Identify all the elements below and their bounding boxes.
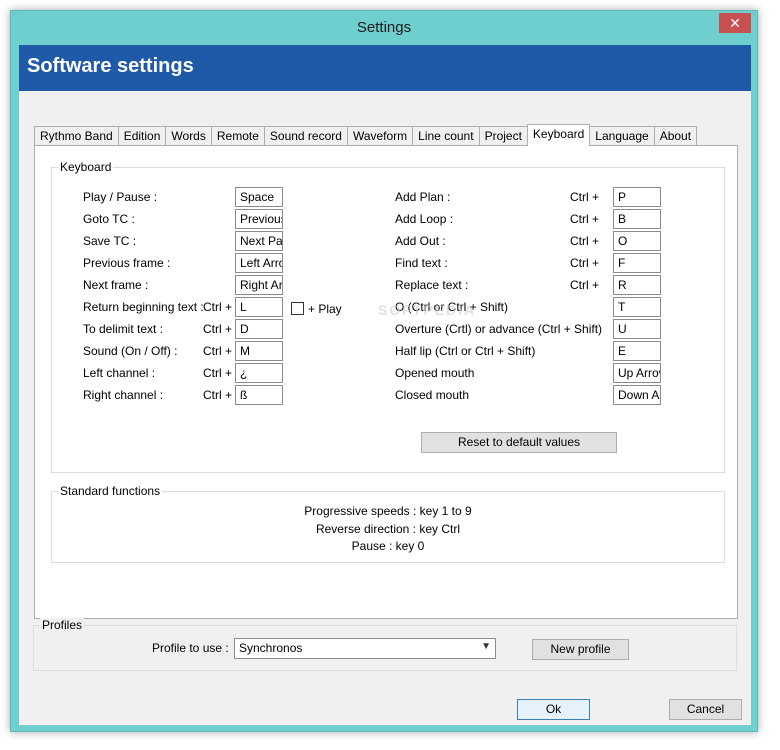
shortcut-key-field[interactable]: Up Arrov [613,363,661,383]
modifier-label: Ctrl + [570,190,600,204]
modifier-label: Ctrl + [570,212,600,226]
chevron-down-icon[interactable]: ▼ [481,641,491,652]
profiles-group: Profiles Profile to use : Synchronos ▼ N… [33,618,737,671]
shortcut-key-field[interactable]: O [613,231,661,251]
tab-keyboard[interactable]: Keyboard [526,124,591,146]
shortcut-key-field[interactable]: R [613,275,661,295]
modifier-label: Ctrl + [570,256,600,270]
shortcut-label: Closed mouth [395,388,470,402]
title-bar[interactable]: Settings ✕ [11,11,757,45]
dialog-client: Software settings Rythmo Band Edition Word… [19,45,751,725]
shortcut-key-field[interactable]: Down Ar [613,385,661,405]
tab-about[interactable]: About [653,126,698,146]
standard-functions-title: Standard functions [58,484,163,498]
ok-button[interactable]: Ok [517,699,590,720]
modifier-label: Ctrl + [203,388,233,402]
tab-language[interactable]: Language [589,126,655,146]
shortcut-label: Replace text : [395,278,469,292]
tab-line-count[interactable]: Line count [412,126,480,146]
profile-select-value: Synchronos [239,641,303,655]
modifier-label: Ctrl + [570,234,600,248]
shortcut-key-field[interactable]: B [613,209,661,229]
tab-sound-record[interactable]: Sound record [263,126,348,146]
shortcut-key-field[interactable]: P [613,187,661,207]
standard-functions-group: Standard functions Progressive speeds : … [51,484,725,563]
shortcut-label: Next frame : [83,278,149,292]
shortcut-key-field[interactable]: Previous [235,209,283,229]
reset-defaults-button[interactable]: Reset to default values [421,432,617,453]
shortcut-key-field[interactable]: Space [235,187,283,207]
shortcut-label: Sound (On / Off) : [83,344,178,358]
tab-waveform[interactable]: Waveform [346,126,414,146]
tab-edition[interactable]: Edition [117,126,167,146]
modifier-label: Ctrl + [570,278,600,292]
play-checkbox[interactable] [291,302,304,315]
window-title: Settings [356,19,412,36]
keyboard-group: Keyboard Play / Pause : Space Goto TC : Pre… [51,160,725,473]
standard-function-line: Reverse direction : key Ctrl [315,522,461,536]
shortcut-key-field[interactable]: ß [235,385,283,405]
shortcut-label: Goto TC : [83,212,135,226]
profile-label: Profile to use : [152,641,229,655]
watermark: SOFTPEDIA [378,302,477,318]
shortcut-key-field[interactable]: L [235,297,283,317]
shortcut-label: Save TC : [83,234,137,248]
shortcut-key-field[interactable]: D [235,319,283,339]
shortcut-label: Opened mouth [395,366,475,380]
shortcut-key-field[interactable]: ¿ [235,363,283,383]
tab-project[interactable]: Project [478,126,528,146]
settings-window: Settings ✕ Software settings Rythmo Band… [10,10,758,732]
shortcut-key-field[interactable]: M [235,341,283,361]
shortcut-label: Half lip (Ctrl or Ctrl + Shift) [395,344,536,358]
shortcut-label: Left channel : [83,366,156,380]
tab-words[interactable]: Words [165,126,212,146]
shortcut-label: Add Plan : [395,190,451,204]
shortcut-label: Return beginning text : [83,300,204,314]
tab-strip: Rythmo Band Edition Words Remote Sound recor… [34,124,698,146]
tab-rythmo-band[interactable]: Rythmo Band [34,126,119,146]
standard-function-line: Progressive speeds : key 1 to 9 [304,504,472,518]
shortcut-key-field[interactable]: F [613,253,661,273]
modifier-label: Ctrl + [203,344,233,358]
shortcut-label: To delimit text : [83,322,164,336]
profiles-group-title: Profiles [40,618,85,632]
shortcut-label: Previous frame : [83,256,171,270]
shortcut-label: Right channel : [83,388,164,402]
modifier-label: Ctrl + [203,300,233,314]
shortcut-label: Add Out : [395,234,446,248]
cancel-button[interactable]: Cancel [669,699,742,720]
modifier-label: Ctrl + [203,322,233,336]
page-title: Software settings [19,45,751,91]
close-icon[interactable]: ✕ [719,13,751,33]
tab-remote[interactable]: Remote [210,126,265,146]
shortcut-label: Play / Pause : [83,190,158,204]
modifier-label: Ctrl + [203,366,233,380]
shortcut-label: Add Loop : [395,212,454,226]
new-profile-button[interactable]: New profile [532,639,629,660]
keyboard-tab-panel: Keyboard Play / Pause : Space Goto TC : Pre… [34,145,738,619]
shortcut-key-field[interactable]: E [613,341,661,361]
keyboard-group-title: Keyboard [58,160,114,174]
shortcut-key-field[interactable]: U [613,319,661,339]
shortcut-label: Find text : [395,256,448,270]
shortcut-key-field[interactable]: T [613,297,661,317]
profile-select[interactable]: Synchronos ▼ [234,638,496,659]
play-checkbox-label: + Play [308,302,342,316]
shortcut-key-field[interactable]: Next Pag [235,231,283,251]
standard-function-line: Pause : key 0 [351,539,425,553]
shortcut-key-field[interactable]: Right Ar [235,275,283,295]
shortcut-key-field[interactable]: Left Arro [235,253,283,273]
shortcut-label: Overture (Crtl) or advance (Ctrl + Shift… [395,322,603,336]
